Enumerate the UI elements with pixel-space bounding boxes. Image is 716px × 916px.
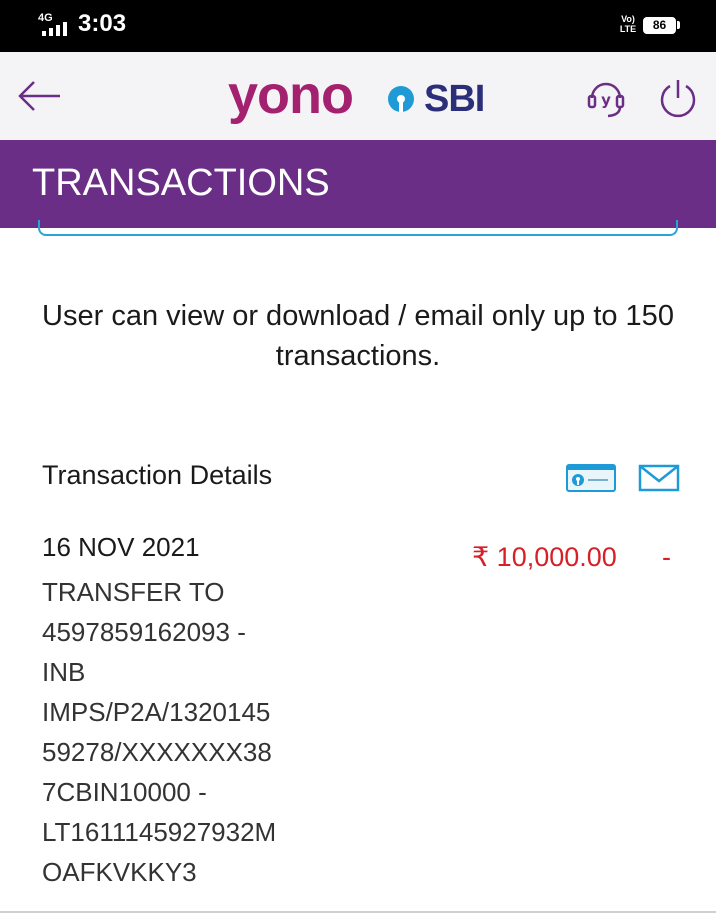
description-line: OAFKVKKY3 bbox=[42, 857, 197, 887]
back-button[interactable] bbox=[14, 74, 66, 118]
back-arrow-icon bbox=[18, 81, 60, 111]
list-divider bbox=[0, 911, 716, 913]
status-bar: 4G 3:03 Vo) LTE 86 bbox=[0, 0, 716, 52]
transaction-debit-amount: ₹ 10,000.00 bbox=[472, 542, 617, 572]
help-headset-icon: y bbox=[587, 82, 625, 118]
transaction-credit-amount: - bbox=[662, 542, 671, 572]
signal-bars-icon bbox=[42, 22, 67, 36]
transaction-details-heading: Transaction Details bbox=[42, 460, 273, 490]
logo-sbi-text: SBI bbox=[424, 78, 485, 120]
description-line: TRANSFER TO bbox=[42, 577, 225, 607]
clock: 3:03 bbox=[78, 10, 127, 37]
help-button[interactable]: y bbox=[584, 76, 628, 120]
description-line: IMPS/P2A/1320145 bbox=[42, 697, 271, 727]
app-bar: yono SBI y bbox=[0, 52, 716, 141]
sbi-emblem-icon bbox=[388, 86, 414, 112]
battery-tip bbox=[677, 21, 680, 29]
description-line: LT1611145927932M bbox=[42, 817, 277, 847]
description-line: INB bbox=[42, 657, 86, 687]
description-line: 7CBIN10000 - bbox=[42, 777, 207, 807]
volte-line2: LTE bbox=[619, 24, 637, 34]
email-statement-button[interactable] bbox=[638, 464, 680, 492]
description-line: 4597859162093 - bbox=[42, 617, 246, 647]
logout-button[interactable] bbox=[656, 76, 700, 120]
page-title-bar: TRANSACTIONS bbox=[0, 140, 716, 228]
transaction-limit-notice: User can view or download / email only u… bbox=[0, 296, 716, 376]
passbook-download-button[interactable] bbox=[566, 464, 616, 492]
transaction-description: TRANSFER TO 4597859162093 - INB IMPS/P2A… bbox=[42, 572, 342, 892]
passbook-icon bbox=[566, 464, 616, 492]
page-title: TRANSACTIONS bbox=[32, 162, 330, 204]
account-card-edge bbox=[38, 220, 678, 236]
notice-line-1: User can view or download / email only u… bbox=[42, 300, 674, 332]
signal-indicator: 4G bbox=[38, 12, 74, 36]
yono-sbi-logo: yono SBI bbox=[228, 64, 498, 128]
transaction-date: 16 NOV 2021 bbox=[42, 532, 200, 562]
battery-indicator: 86 bbox=[643, 17, 676, 34]
svg-text:y: y bbox=[601, 91, 611, 109]
volte-line1: Vo) bbox=[621, 14, 635, 24]
volte-indicator: Vo) LTE bbox=[618, 14, 638, 34]
notice-line-2: transactions. bbox=[275, 340, 441, 372]
email-icon bbox=[638, 464, 680, 492]
description-line: 59278/XXXXXXX38 bbox=[42, 737, 272, 767]
logo-yono-text: yono bbox=[228, 65, 354, 125]
power-icon bbox=[660, 80, 696, 118]
